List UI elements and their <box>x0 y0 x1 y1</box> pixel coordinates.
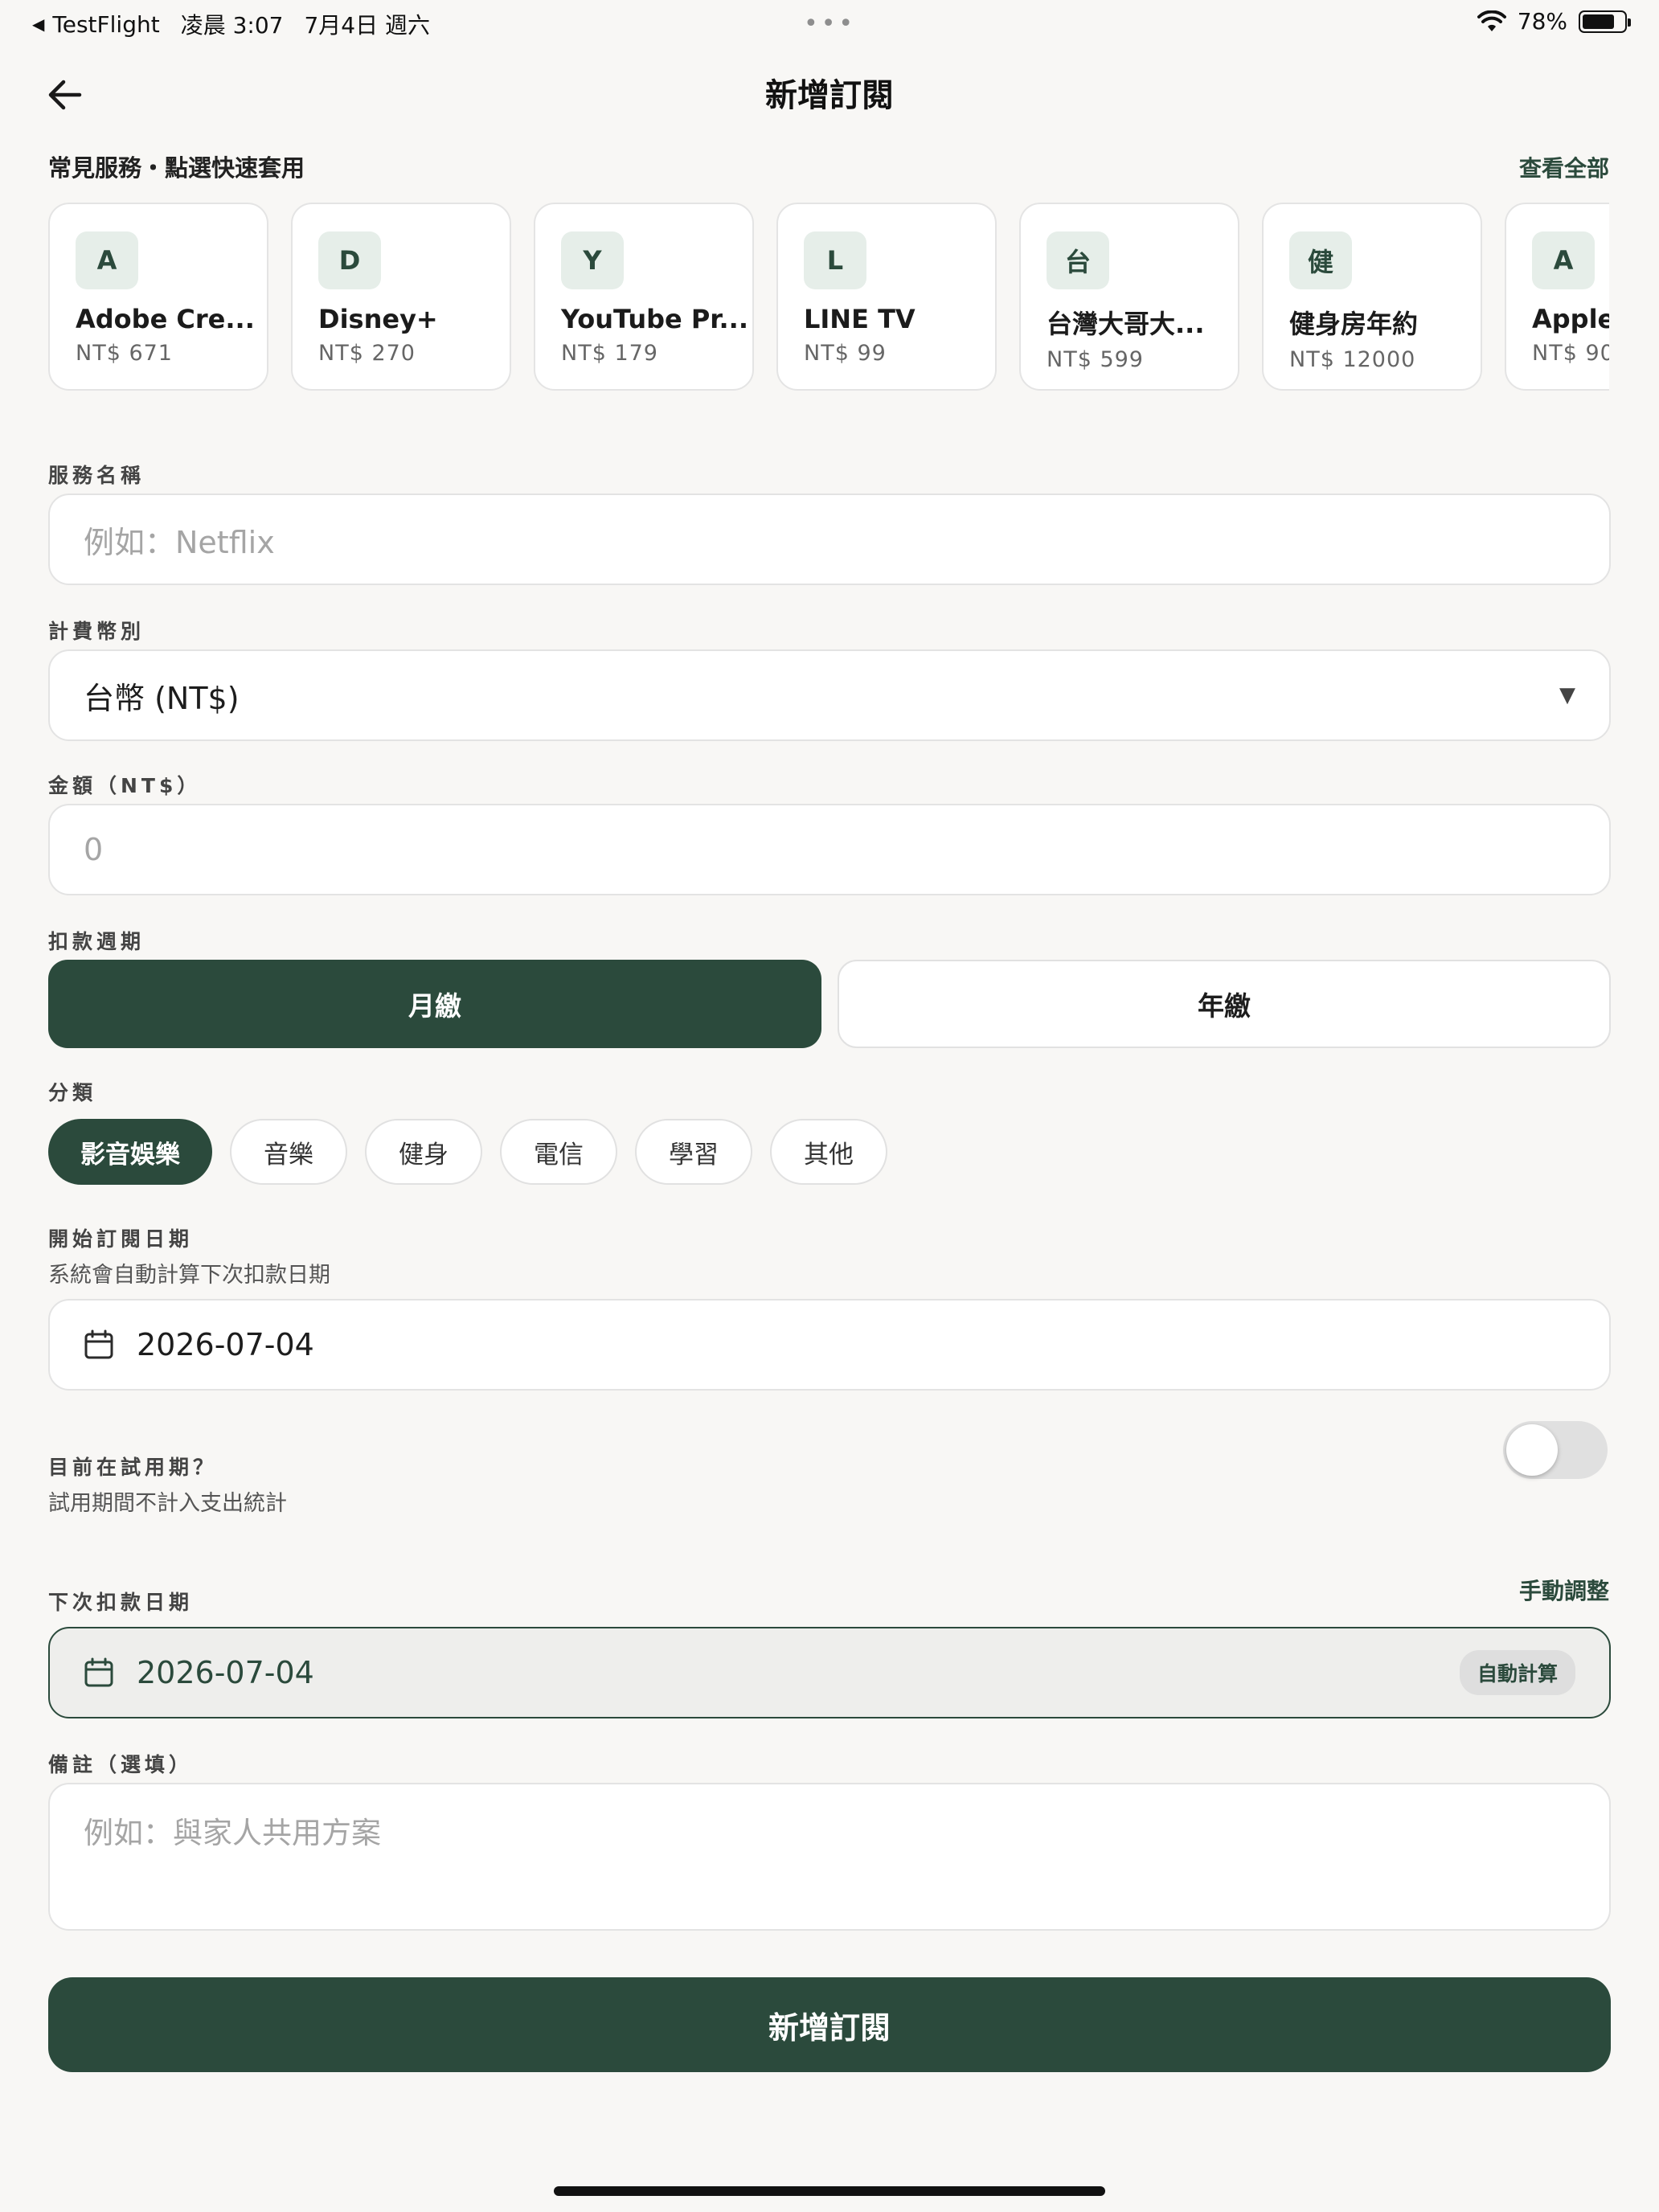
service-card-price: NT$ 599 <box>1047 347 1144 372</box>
currency-value: 台幣 (NT$) <box>84 680 240 716</box>
service-card[interactable]: A Apple NT$ 90 <box>1505 203 1609 391</box>
next-date-label: 下次扣款日期 <box>48 1591 194 1614</box>
service-letter-badge: A <box>76 231 138 289</box>
calendar-icon <box>84 1329 113 1359</box>
toggle-knob <box>1506 1424 1558 1476</box>
quick-services-label: 常見服務・點選快速套用 <box>48 154 305 182</box>
service-name-label: 服務名稱 <box>48 464 145 487</box>
view-all-link[interactable]: 查看全部 <box>1519 151 1609 183</box>
home-indicator[interactable] <box>554 2186 1105 2196</box>
currency-label: 計費幣別 <box>48 620 145 643</box>
category-chip-other[interactable]: 其他 <box>770 1119 887 1185</box>
service-card-name: 健身房年約 <box>1289 309 1419 339</box>
service-card-name: Apple <box>1532 304 1609 334</box>
service-card-name: Adobe Cre... <box>76 304 255 334</box>
service-name-placeholder: 例如：Netflix <box>84 524 275 560</box>
amount-placeholder: 0 <box>84 832 104 867</box>
wifi-icon <box>1477 10 1506 31</box>
auto-calc-badge: 自動計算 <box>1459 1650 1575 1695</box>
category-chip-entertainment[interactable]: 影音娛樂 <box>48 1119 212 1185</box>
service-card-name: 台灣大哥大... <box>1047 309 1205 339</box>
start-date-value: 2026-07-04 <box>137 1327 314 1362</box>
notes-textarea[interactable]: 例如：與家人共用方案 <box>48 1783 1611 1931</box>
status-app-name[interactable]: TestFlight <box>52 11 159 38</box>
service-card-price: NT$ 270 <box>318 341 416 366</box>
service-letter-badge: D <box>318 231 381 289</box>
calendar-icon <box>84 1657 113 1687</box>
cycle-yearly-button[interactable]: 年繳 <box>838 960 1611 1048</box>
service-card[interactable]: A Adobe Cre... NT$ 671 <box>48 203 268 391</box>
service-card-name: YouTube Pr... <box>561 304 748 334</box>
start-date-label: 開始訂閱日期 <box>48 1227 194 1251</box>
status-time: 凌晨 3:07 <box>180 12 284 39</box>
back-to-app-icon[interactable]: ◀ <box>32 14 44 34</box>
trial-label: 目前在試用期？ <box>48 1456 218 1479</box>
service-card-price: NT$ 179 <box>561 341 658 366</box>
next-date-field[interactable]: 2026-07-04 自動計算 <box>48 1627 1611 1718</box>
service-card-price: NT$ 90 <box>1532 341 1609 366</box>
submit-button[interactable]: 新增訂閱 <box>48 1977 1611 2072</box>
service-letter-badge: 台 <box>1047 231 1109 289</box>
battery-icon <box>1579 10 1631 33</box>
currency-select[interactable]: 台幣 (NT$) ▼ <box>48 649 1611 741</box>
battery-percent: 78% <box>1517 8 1567 35</box>
service-card[interactable]: L LINE TV NT$ 99 <box>776 203 997 391</box>
service-card-price: NT$ 99 <box>804 341 887 366</box>
category-chip-music[interactable]: 音樂 <box>230 1119 347 1185</box>
status-bar-right: 78% <box>1477 8 1631 35</box>
start-date-hint: 系統會自動計算下次扣款日期 <box>48 1263 330 1288</box>
category-chip-telecom[interactable]: 電信 <box>500 1119 617 1185</box>
dropdown-triangle-icon: ▼ <box>1559 683 1575 707</box>
cycle-monthly-button[interactable]: 月繳 <box>48 960 821 1048</box>
start-date-input[interactable]: 2026-07-04 <box>48 1299 1611 1391</box>
service-card-price: NT$ 671 <box>76 341 173 366</box>
quick-service-carousel[interactable]: A Adobe Cre... NT$ 671 D Disney+ NT$ 270… <box>48 203 1609 392</box>
category-chip-learning[interactable]: 學習 <box>635 1119 752 1185</box>
service-letter-badge: 健 <box>1289 231 1352 289</box>
service-card[interactable]: Y YouTube Pr... NT$ 179 <box>534 203 754 391</box>
service-card-price: NT$ 12000 <box>1289 347 1416 372</box>
multitasking-dots-icon[interactable]: ••• <box>804 10 856 38</box>
amount-label: 金額（NT$） <box>48 774 202 797</box>
category-chip-fitness[interactable]: 健身 <box>365 1119 482 1185</box>
notes-label: 備註（選填） <box>48 1753 194 1776</box>
service-name-input[interactable]: 例如：Netflix <box>48 494 1611 585</box>
service-card-name: LINE TV <box>804 304 916 334</box>
service-letter-badge: A <box>1532 231 1595 289</box>
billing-cycle-label: 扣款週期 <box>48 930 145 953</box>
status-date: 7月4日 週六 <box>304 12 431 39</box>
trial-hint: 試用期間不計入支出統計 <box>48 1491 287 1516</box>
service-card[interactable]: 台 台灣大哥大... NT$ 599 <box>1019 203 1239 391</box>
next-date-value: 2026-07-04 <box>137 1655 314 1690</box>
service-letter-badge: L <box>804 231 866 289</box>
service-card[interactable]: 健 健身房年約 NT$ 12000 <box>1262 203 1482 391</box>
amount-input[interactable]: 0 <box>48 804 1611 895</box>
category-chip-group: 影音娛樂 音樂 健身 電信 學習 其他 <box>48 1119 887 1185</box>
manual-adjust-link[interactable]: 手動調整 <box>1519 1574 1609 1606</box>
category-label: 分類 <box>48 1081 97 1104</box>
service-card-name: Disney+ <box>318 304 438 334</box>
status-bar-left: ◀ TestFlight 凌晨 3:07 7月4日 週六 <box>32 8 430 40</box>
page-title: 新增訂閱 <box>765 77 894 114</box>
trial-toggle[interactable] <box>1503 1421 1608 1479</box>
service-letter-badge: Y <box>561 231 624 289</box>
service-card[interactable]: D Disney+ NT$ 270 <box>291 203 511 391</box>
notes-placeholder: 例如：與家人共用方案 <box>84 1816 381 1850</box>
